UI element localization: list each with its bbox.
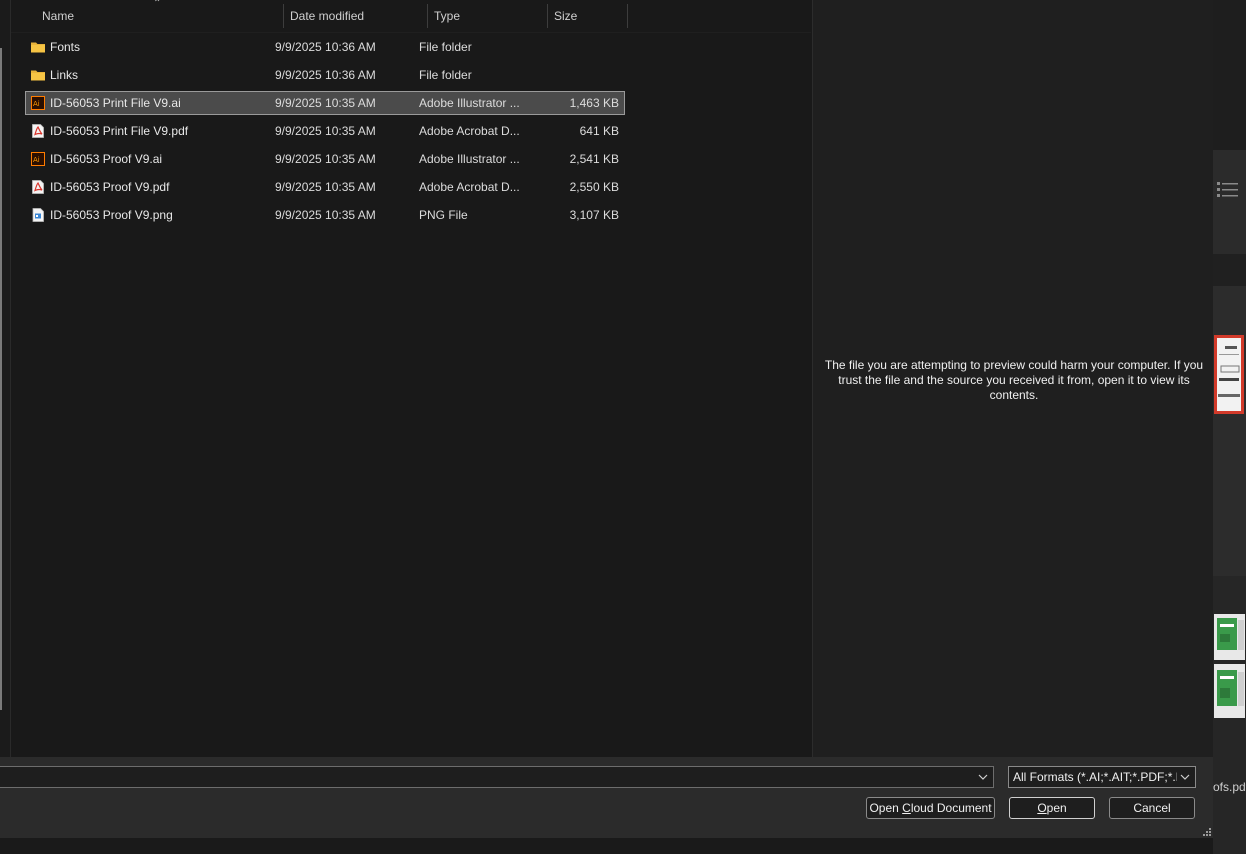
file-name: ID-56053 Print File V9.ai [50,96,181,110]
file-row-proof-png[interactable]: ID-56053 Proof V9.png 9/9/2025 10:35 AM … [26,204,624,226]
file-size: 3,107 KB [569,208,619,222]
background-panel [1213,286,1246,576]
background-application: ofs.pdf [1213,0,1246,854]
file-list-pane: ⌃ Name Date modified Type Size Fonts 9/9… [11,0,811,757]
illustrator-file-icon: Ai [31,96,45,110]
file-row-proof-pdf[interactable]: ID-56053 Proof V9.pdf 9/9/2025 10:35 AM … [26,176,624,198]
file-size: 2,541 KB [569,152,619,166]
file-name: Fonts [50,40,81,54]
background-file-label: ofs.pdf [1213,780,1246,794]
file-name-combobox[interactable] [0,766,994,788]
image-thumbnail[interactable] [1214,614,1245,660]
sort-ascending-icon: ⌃ [153,0,162,9]
file-size: 641 KB [579,124,619,138]
open-cloud-document-button[interactable]: Open Cloud Document [866,797,995,819]
open-file-dialog: ⌃ Name Date modified Type Size Fonts 9/9… [0,0,1214,838]
preview-pane: The file you are attempting to preview c… [812,0,1214,757]
file-row-proof-ai[interactable]: Ai ID-56053 Proof V9.ai 9/9/2025 10:35 A… [26,148,624,170]
column-divider[interactable] [547,4,548,28]
accelerator-key: O [1037,801,1047,815]
file-date-modified: 9/9/2025 10:35 AM [275,152,376,166]
file-date-modified: 9/9/2025 10:35 AM [275,208,376,222]
file-date-modified: 9/9/2025 10:35 AM [275,180,376,194]
resize-grip-icon[interactable] [1202,827,1212,837]
button-label-part: pen [1046,801,1067,815]
file-type: Adobe Acrobat D... [419,124,520,138]
file-row-links[interactable]: Links 9/9/2025 10:36 AM File folder [26,64,624,86]
column-header-name[interactable]: Name [42,0,74,32]
image-thumbnail-graphic [1217,670,1244,706]
file-type: File folder [419,68,472,82]
column-divider[interactable] [627,4,628,28]
folder-icon [31,70,45,81]
column-divider[interactable] [283,4,284,28]
file-name: ID-56053 Proof V9.png [50,208,173,222]
dialog-footer: All Formats (*.AI;*.AIT;*.PDF;*.D Open C… [0,757,1213,838]
file-name: ID-56053 Print File V9.pdf [50,124,189,138]
background-panel [1213,150,1246,254]
chevron-down-icon[interactable] [1179,770,1191,784]
document-thumbnail-graphic [1218,346,1240,397]
file-type: File folder [419,40,472,54]
background-panel [1213,254,1246,286]
file-row-print-file-ai[interactable]: Ai ID-56053 Print File V9.ai 9/9/2025 10… [25,91,625,115]
file-name: ID-56053 Proof V9.pdf [50,180,170,194]
file-date-modified: 9/9/2025 10:35 AM [275,96,376,110]
file-type: Adobe Acrobat D... [419,180,520,194]
file-name: ID-56053 Proof V9.ai [50,152,163,166]
background-panel [1213,0,1246,150]
navigation-pane-border [0,48,2,710]
file-date-modified: 9/9/2025 10:36 AM [275,68,376,82]
button-label-part: loud Document [910,801,992,815]
file-size: 1,463 KB [569,96,619,110]
file-type-filter-value: All Formats (*.AI;*.AIT;*.PDF;*.D [1013,770,1177,784]
navigation-pane-edge [0,0,11,757]
svg-text:Ai: Ai [33,100,40,108]
file-date-modified: 9/9/2025 10:36 AM [275,40,376,54]
file-date-modified: 9/9/2025 10:35 AM [275,124,376,138]
column-header-row: ⌃ Name Date modified Type Size [11,0,811,33]
button-label-part: Open [869,801,903,815]
pdf-file-icon [32,180,44,194]
file-name: Links [50,68,79,82]
column-header-type[interactable]: Type [434,0,460,32]
chevron-down-icon[interactable] [977,770,989,784]
file-type: PNG File [419,208,468,222]
open-button[interactable]: Open [1009,797,1095,819]
accelerator-key: C [902,801,911,815]
png-file-icon [32,208,44,222]
folder-icon [31,42,45,53]
file-type: Adobe Illustrator ... [419,152,520,166]
illustrator-file-icon: Ai [31,152,45,166]
column-divider[interactable] [427,4,428,28]
preview-warning-message: The file you are attempting to preview c… [824,358,1204,402]
svg-text:Ai: Ai [33,156,40,164]
taskbar-edge [0,838,1213,854]
file-row-fonts[interactable]: Fonts 9/9/2025 10:36 AM File folder [26,36,624,58]
document-thumbnail[interactable] [1214,335,1244,414]
pdf-file-icon [32,124,44,138]
file-row-print-file-pdf[interactable]: ID-56053 Print File V9.pdf 9/9/2025 10:3… [26,120,624,142]
file-size: 2,550 KB [569,180,619,194]
image-thumbnail-graphic [1217,618,1244,650]
list-view-icon[interactable] [1217,180,1239,200]
column-header-date-modified[interactable]: Date modified [290,0,364,32]
file-type: Adobe Illustrator ... [419,96,520,110]
column-header-size[interactable]: Size [554,0,577,32]
image-thumbnail[interactable] [1214,664,1245,718]
cancel-button[interactable]: Cancel [1109,797,1195,819]
file-type-filter-select[interactable]: All Formats (*.AI;*.AIT;*.PDF;*.D [1008,766,1196,788]
